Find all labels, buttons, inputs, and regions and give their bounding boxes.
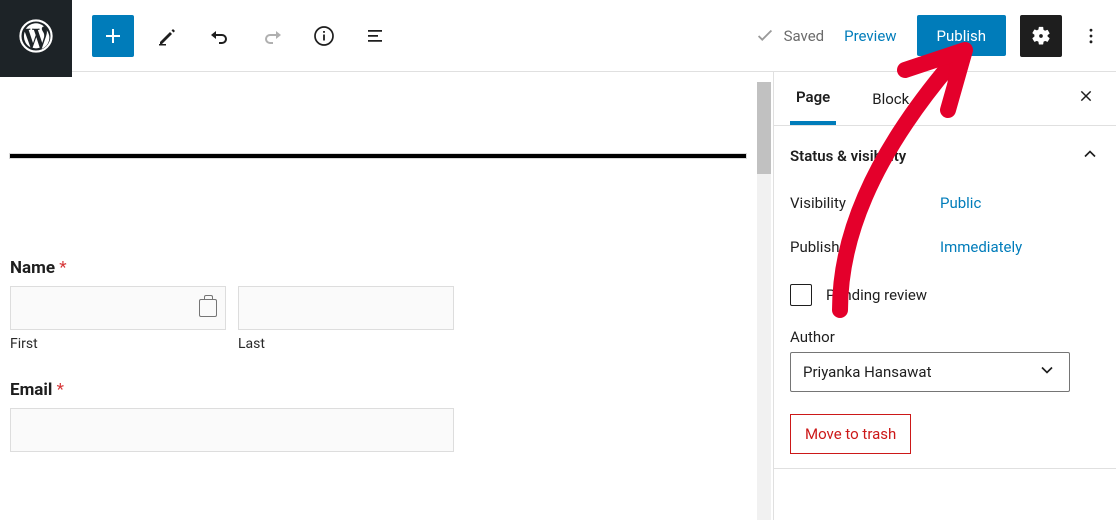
close-icon	[1078, 88, 1094, 104]
wp-logo-button[interactable]	[0, 0, 72, 77]
visibility-row: Visibility Public	[790, 194, 1100, 212]
sidebar-tabs: Page Block	[774, 72, 1116, 126]
tools-edit-button[interactable]	[150, 18, 186, 54]
info-button[interactable]	[306, 18, 342, 54]
pencil-icon	[156, 24, 180, 48]
chevron-down-icon	[1037, 360, 1057, 384]
last-name-column: Last	[238, 286, 454, 352]
name-field-label: Name *	[10, 258, 746, 278]
list-view-icon	[364, 24, 388, 48]
more-options-button[interactable]	[1076, 15, 1106, 57]
kebab-icon	[1081, 26, 1101, 46]
toolbar-left	[92, 15, 394, 57]
last-sublabel: Last	[238, 336, 454, 352]
author-select[interactable]: Priyanka Hansawat	[790, 352, 1070, 392]
first-name-input[interactable]	[10, 286, 226, 330]
email-field: Email *	[10, 380, 746, 452]
pending-review-checkbox[interactable]	[790, 284, 812, 306]
info-icon	[312, 24, 336, 48]
email-field-label: Email *	[10, 380, 746, 400]
saved-indicator: Saved	[754, 25, 825, 47]
settings-button[interactable]	[1020, 15, 1062, 57]
last-name-input[interactable]	[238, 286, 454, 330]
editor-canvas[interactable]: Name * First Last Email *	[0, 82, 756, 520]
publish-button[interactable]: Publish	[917, 15, 1006, 56]
separator-block[interactable]	[10, 154, 746, 158]
preview-button[interactable]: Preview	[838, 27, 902, 45]
first-sublabel: First	[10, 336, 226, 352]
undo-button[interactable]	[202, 18, 238, 54]
first-name-column: First	[10, 286, 226, 352]
publish-value-link[interactable]: Immediately	[940, 238, 1022, 256]
toolbar-right: Saved Preview Publish	[754, 15, 1116, 57]
saved-label: Saved	[784, 27, 825, 45]
redo-button[interactable]	[254, 18, 290, 54]
pending-review-label: Pending review	[826, 286, 927, 304]
plus-icon	[101, 24, 125, 48]
author-select-value: Priyanka Hansawat	[803, 363, 932, 381]
contact-card-icon	[199, 299, 217, 317]
visibility-value-link[interactable]: Public	[940, 194, 981, 212]
pending-review-row: Pending review	[790, 284, 1100, 306]
email-input[interactable]	[10, 408, 454, 452]
editor-scrollbar-track[interactable]	[757, 82, 771, 520]
author-label: Author	[790, 328, 1100, 346]
check-icon	[754, 25, 776, 47]
undo-icon	[208, 24, 232, 48]
move-to-trash-button[interactable]: Move to trash	[790, 414, 911, 454]
publish-label: Publish	[790, 238, 940, 256]
add-block-button[interactable]	[92, 15, 134, 57]
settings-sidebar: Page Block Status & visibility Visibilit…	[773, 72, 1116, 520]
outline-button[interactable]	[358, 18, 394, 54]
wordpress-icon	[19, 19, 53, 53]
status-visibility-panel: Status & visibility Visibility Public Pu…	[774, 126, 1116, 469]
publish-row: Publish Immediately	[790, 238, 1100, 256]
name-field-row: First Last	[10, 286, 746, 352]
status-visibility-toggle[interactable]: Status & visibility	[790, 144, 1100, 168]
editor-scrollbar-thumb[interactable]	[757, 82, 771, 174]
editor-topbar: Saved Preview Publish	[0, 0, 1116, 72]
visibility-label: Visibility	[790, 194, 940, 212]
close-sidebar-button[interactable]	[1072, 82, 1100, 115]
gear-icon	[1030, 25, 1052, 47]
chevron-up-icon	[1080, 144, 1100, 168]
tab-block[interactable]: Block	[866, 72, 915, 125]
redo-icon	[260, 24, 284, 48]
tab-page[interactable]: Page	[790, 72, 836, 125]
